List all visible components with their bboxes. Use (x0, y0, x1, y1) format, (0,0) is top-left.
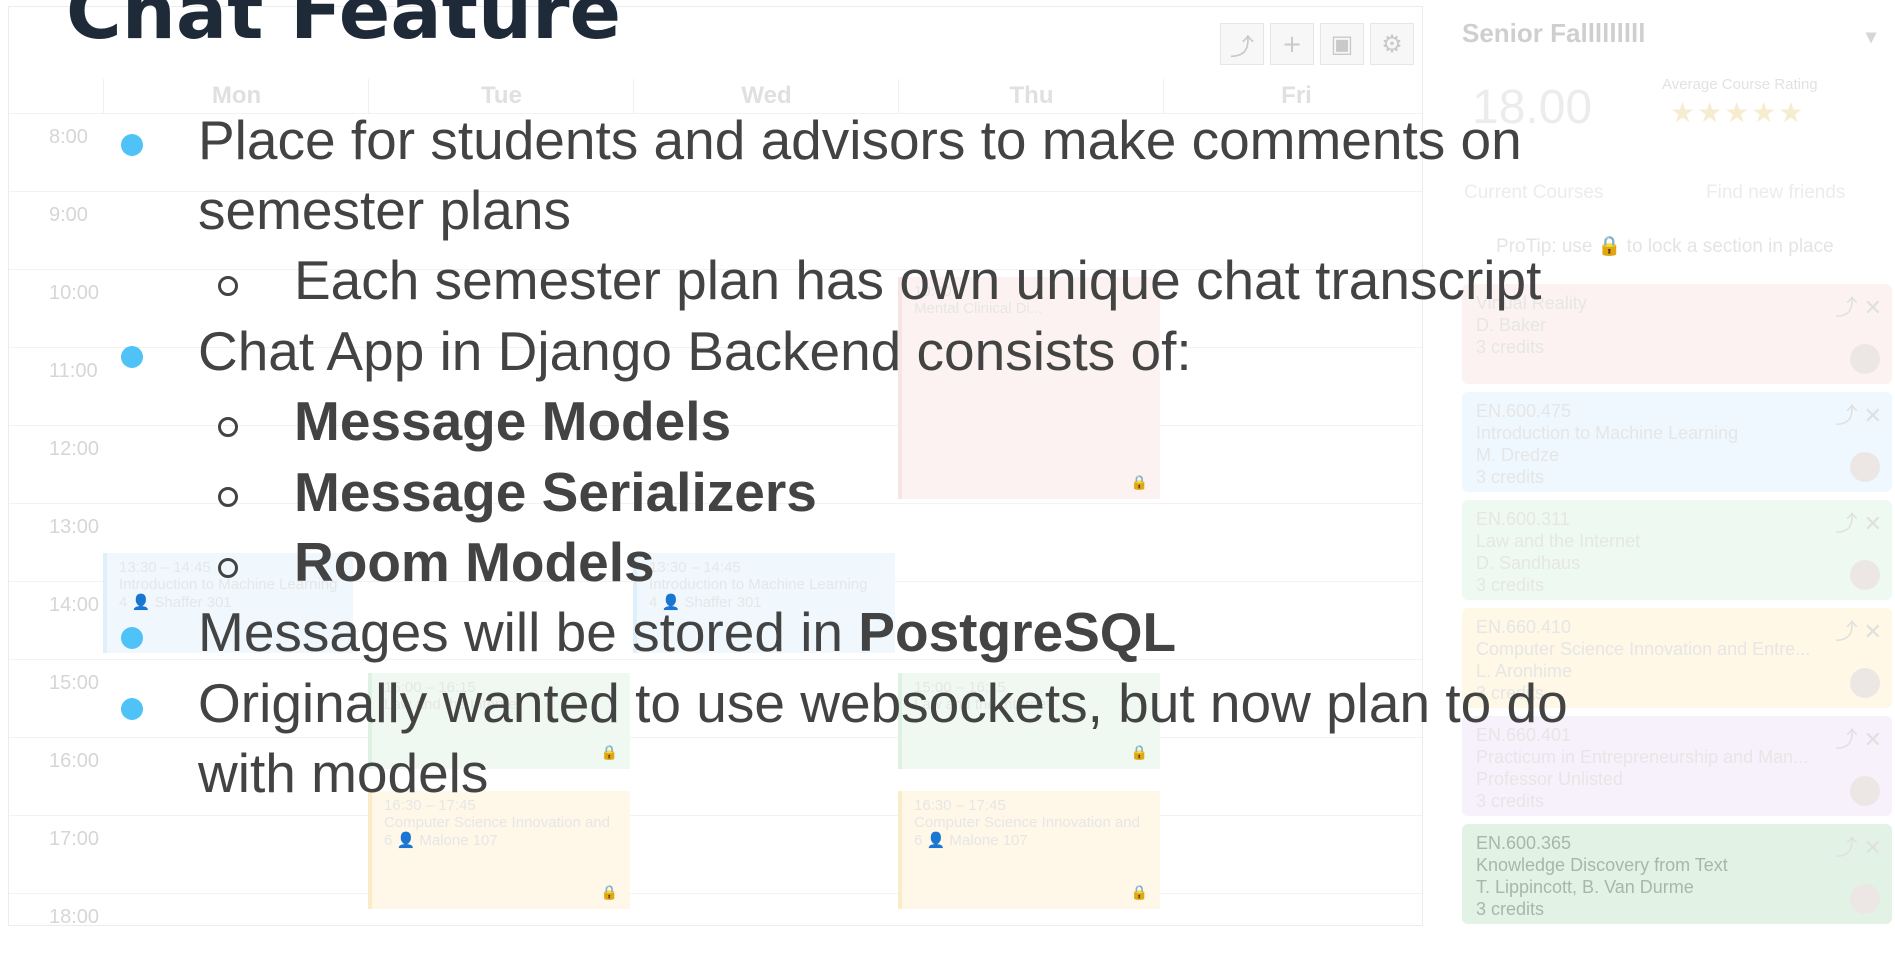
sub-bullet-icon (218, 276, 238, 296)
bullet-text: Place for students and advisors to make … (198, 109, 1522, 171)
bold-term: PostgreSQL (858, 601, 1177, 663)
sub-bullet-text: Each semester plan has own unique chat t… (294, 249, 1542, 311)
bullet-icon (121, 627, 143, 649)
sub-bullet-text: Message Models (294, 394, 731, 449)
sub-bullet-text: Message Serializers (294, 465, 817, 520)
bullet-text: Originally wanted to use websockets, but… (198, 672, 1568, 734)
sub-bullet-icon (218, 417, 238, 437)
bullet-icon (121, 346, 143, 368)
bold-term: Message Serializers (294, 461, 817, 523)
bold-term: Room Models (294, 531, 655, 593)
bullet-icon (121, 698, 143, 720)
sub-bullet-text: Room Models (294, 535, 655, 590)
sub-bullet-icon (218, 487, 238, 507)
bullet-text: Chat App in Django Backend consists of: (198, 320, 1192, 382)
bullet-icon (121, 134, 143, 156)
slide-title: Chat Feature (66, 0, 622, 56)
sub-bullet-icon (218, 558, 238, 578)
bold-term: Message Models (294, 390, 732, 452)
bullet-text: semester plans (198, 179, 571, 241)
bullet-text-prefix: Messages will be stored in (198, 601, 859, 663)
bullet-text: with models (198, 742, 489, 804)
bullet-text: Messages will be stored in PostgreSQL (198, 605, 1176, 660)
slide: Chat Feature Place for students and advi… (0, 0, 1895, 928)
